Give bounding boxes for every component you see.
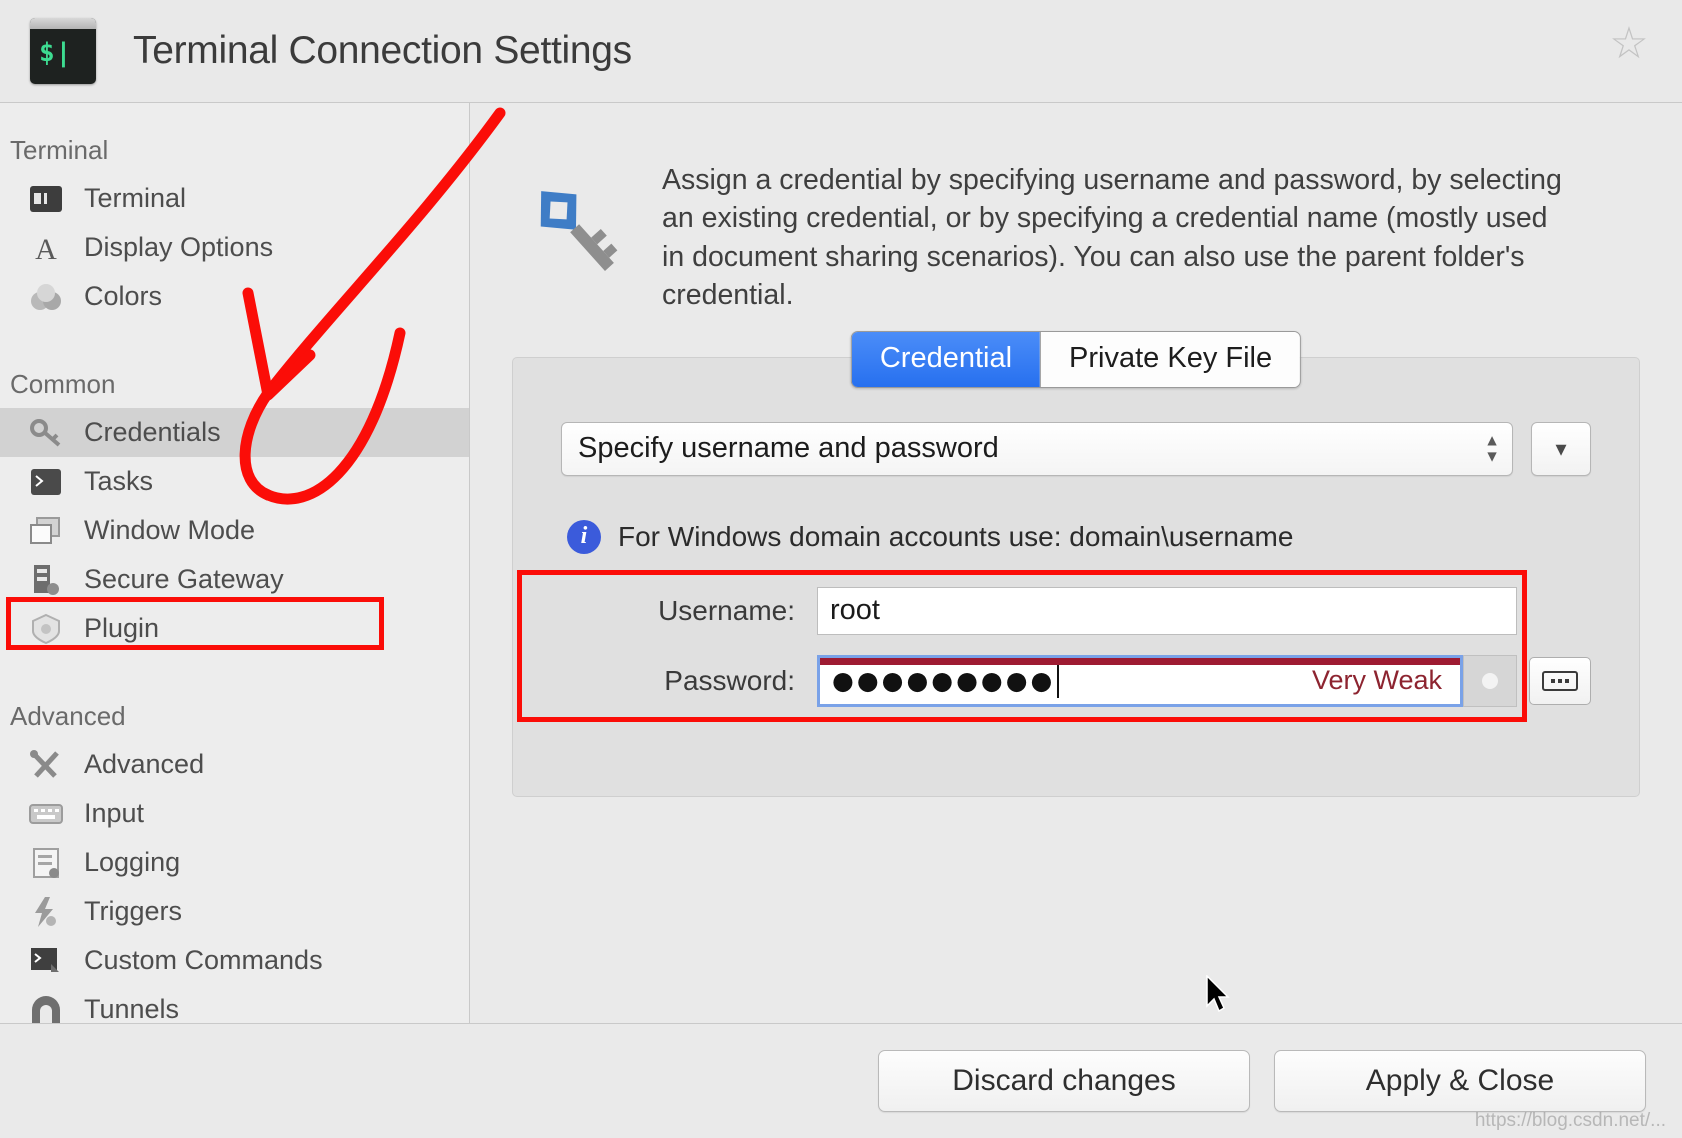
- blue-key-icon: [518, 155, 628, 275]
- sidebar-item-label: Plugin: [84, 613, 160, 643]
- credential-mode-row: Specify username and password ▲ ▼ ▾: [561, 421, 1591, 476]
- sidebar-item-display-options[interactable]: A Display Options: [0, 223, 469, 272]
- sidebar-item-label: Window Mode: [84, 515, 256, 545]
- username-label: Username:: [658, 594, 795, 626]
- sidebar-item-terminal[interactable]: Terminal: [0, 174, 469, 223]
- command-flag-icon: [26, 943, 66, 979]
- credential-tabbar: Credential Private Key File: [850, 330, 1302, 388]
- username-input[interactable]: root: [817, 586, 1517, 635]
- info-icon: i: [567, 519, 601, 554]
- star-outline-icon[interactable]: ☆: [1606, 22, 1652, 68]
- sidebar-item-label: Credentials: [84, 417, 221, 447]
- terminal-icon-prompt: $|: [39, 38, 73, 68]
- tools-icon: [26, 747, 66, 783]
- sidebar-item-label: Advanced: [84, 749, 205, 779]
- console-icon: [26, 464, 66, 500]
- sidebar-item-window-mode[interactable]: Window Mode: [0, 506, 469, 555]
- sidebar-item-label: Terminal: [84, 183, 187, 213]
- sidebar-item-credentials[interactable]: Credentials: [0, 408, 469, 457]
- password-reveal-toggle[interactable]: [1463, 654, 1517, 707]
- description-text: Assign a credential by specifying userna…: [662, 164, 1562, 312]
- password-value: ●●●●●●●●●: [832, 666, 1056, 696]
- sidebar-item-label: Tasks: [84, 466, 154, 496]
- apply-close-button[interactable]: Apply & Close: [1274, 1050, 1646, 1112]
- server-lock-icon: [26, 562, 66, 598]
- credential-panel: Specify username and password ▲ ▼ ▾ i For…: [512, 356, 1640, 797]
- terminal-icon-titlebar: [30, 18, 96, 29]
- sidebar-item-custom-commands[interactable]: Custom Commands: [0, 936, 469, 985]
- username-row: Username: root: [561, 580, 1591, 642]
- shield-plugin-icon: [26, 611, 66, 647]
- password-strength-label: Very Weak: [1311, 665, 1442, 696]
- sidebar-item-plugin[interactable]: Plugin: [0, 604, 469, 653]
- sidebar-item-triggers[interactable]: Triggers: [0, 887, 469, 936]
- chevron-down-icon: ▾: [1555, 435, 1567, 461]
- key-icon: [26, 415, 66, 451]
- sidebar-group-terminal-title: Terminal: [10, 135, 109, 165]
- sidebar-item-secure-gateway[interactable]: Secure Gateway: [0, 555, 469, 604]
- sidebar-item-label: Triggers: [84, 896, 183, 926]
- sidebar-item-label: Tunnels: [84, 994, 180, 1024]
- footer-bar: Discard changes Apply & Close: [0, 1023, 1682, 1138]
- terminal-icon: $|: [30, 18, 96, 84]
- sidebar-item-logging[interactable]: Logging: [0, 838, 469, 887]
- main-pane: Assign a credential by specifying userna…: [470, 103, 1682, 1023]
- credential-mode-value: Specify username and password: [578, 432, 999, 465]
- credential-fields: Username: root Password: ●●●●●●●●● Very …: [517, 569, 1591, 722]
- watermark: https://blog.csdn.net/...: [1474, 1110, 1666, 1131]
- sidebar-item-tasks[interactable]: Tasks: [0, 457, 469, 506]
- sidebar-group-advanced-title: Advanced: [10, 701, 126, 731]
- tab-credential[interactable]: Credential: [851, 331, 1041, 387]
- credential-panel-wrap: Credential Private Key File Specify user…: [512, 330, 1640, 797]
- credential-menu-button[interactable]: ▾: [1531, 421, 1591, 476]
- discard-changes-button[interactable]: Discard changes: [878, 1050, 1250, 1112]
- domain-hint-text: For Windows domain accounts use: domain\…: [618, 520, 1294, 552]
- sidebar-item-label: Colors: [84, 281, 163, 311]
- sidebar-item-label: Logging: [84, 847, 181, 877]
- mouse-cursor: [1206, 975, 1230, 1013]
- virtual-keyboard-button[interactable]: [1529, 656, 1591, 705]
- sidebar-item-label: Input: [84, 798, 145, 828]
- dot-toggle-icon: [1482, 672, 1498, 689]
- settings-window: $| Terminal Connection Settings ☆ Termin…: [0, 0, 1682, 1138]
- sidebar-item-label: Custom Commands: [84, 945, 323, 975]
- svg-text:A: A: [35, 233, 57, 264]
- windows-icon: [26, 513, 66, 549]
- password-row: Password: ●●●●●●●●● Very Weak: [561, 650, 1591, 712]
- window-body: Terminal Terminal A Display Options Colo…: [0, 103, 1682, 1024]
- sidebar: Terminal Terminal A Display Options Colo…: [0, 103, 470, 1024]
- credential-mode-select[interactable]: Specify username and password ▲ ▼: [561, 421, 1513, 476]
- color-blobs-icon: [26, 279, 66, 315]
- domain-hint-row: i For Windows domain accounts use: domai…: [567, 519, 1591, 554]
- username-value: root: [830, 594, 880, 627]
- description-block: Assign a credential by specifying userna…: [470, 103, 1682, 315]
- terminal-window-icon: [26, 181, 66, 217]
- lightning-icon: [26, 894, 66, 930]
- sidebar-item-input[interactable]: Input: [0, 789, 469, 838]
- sidebar-item-label: Secure Gateway: [84, 564, 284, 594]
- sidebar-item-colors[interactable]: Colors: [0, 272, 469, 321]
- password-label: Password:: [664, 664, 795, 696]
- text-caret: [1057, 663, 1060, 698]
- password-input[interactable]: ●●●●●●●●● Very Weak: [817, 654, 1463, 707]
- password-strength-bar: [820, 657, 1460, 665]
- sidebar-item-label: Display Options: [84, 232, 274, 262]
- keyboard-icon: [26, 796, 66, 832]
- virtual-keyboard-icon: [1542, 670, 1578, 691]
- tab-private-key-file[interactable]: Private Key File: [1040, 331, 1301, 387]
- page-title: Terminal Connection Settings: [133, 29, 632, 72]
- sidebar-group-common-title: Common: [10, 369, 116, 399]
- stepper-up-down-icon[interactable]: ▲ ▼: [1484, 433, 1500, 465]
- sidebar-item-advanced[interactable]: Advanced: [0, 740, 469, 789]
- document-log-icon: [26, 845, 66, 881]
- title-bar: $| Terminal Connection Settings ☆: [0, 0, 1682, 103]
- letter-a-icon: A: [26, 230, 66, 266]
